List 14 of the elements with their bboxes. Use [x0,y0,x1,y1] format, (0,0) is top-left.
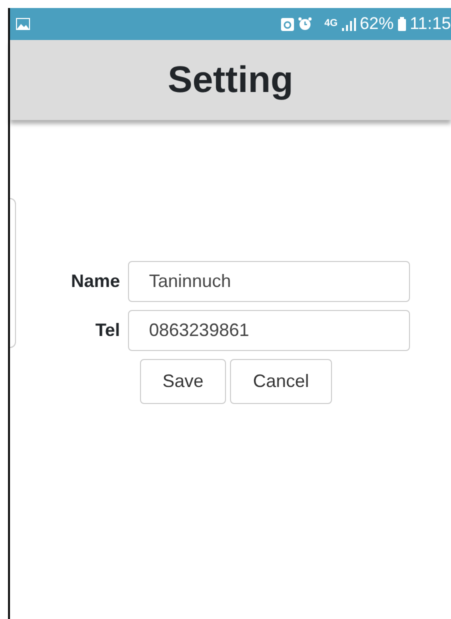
battery-percent: 62% [360,13,394,36]
cancel-button[interactable]: Cancel [230,359,332,404]
signal-icon [342,18,356,30]
input-field[interactable]: 0863239861 [128,310,410,351]
gallery-icon [16,18,30,30]
battery-icon [398,17,406,31]
alarm-clock-icon [298,17,312,31]
save-button[interactable]: Save [140,359,226,404]
clock-time: 11:15 [410,13,451,36]
network-type-label: 4G [324,19,338,29]
field-label: Tel [94,319,120,342]
page-title: Setting [168,58,294,102]
input-field[interactable]: Taninnuch [128,261,410,302]
field-label: Name [70,270,120,293]
